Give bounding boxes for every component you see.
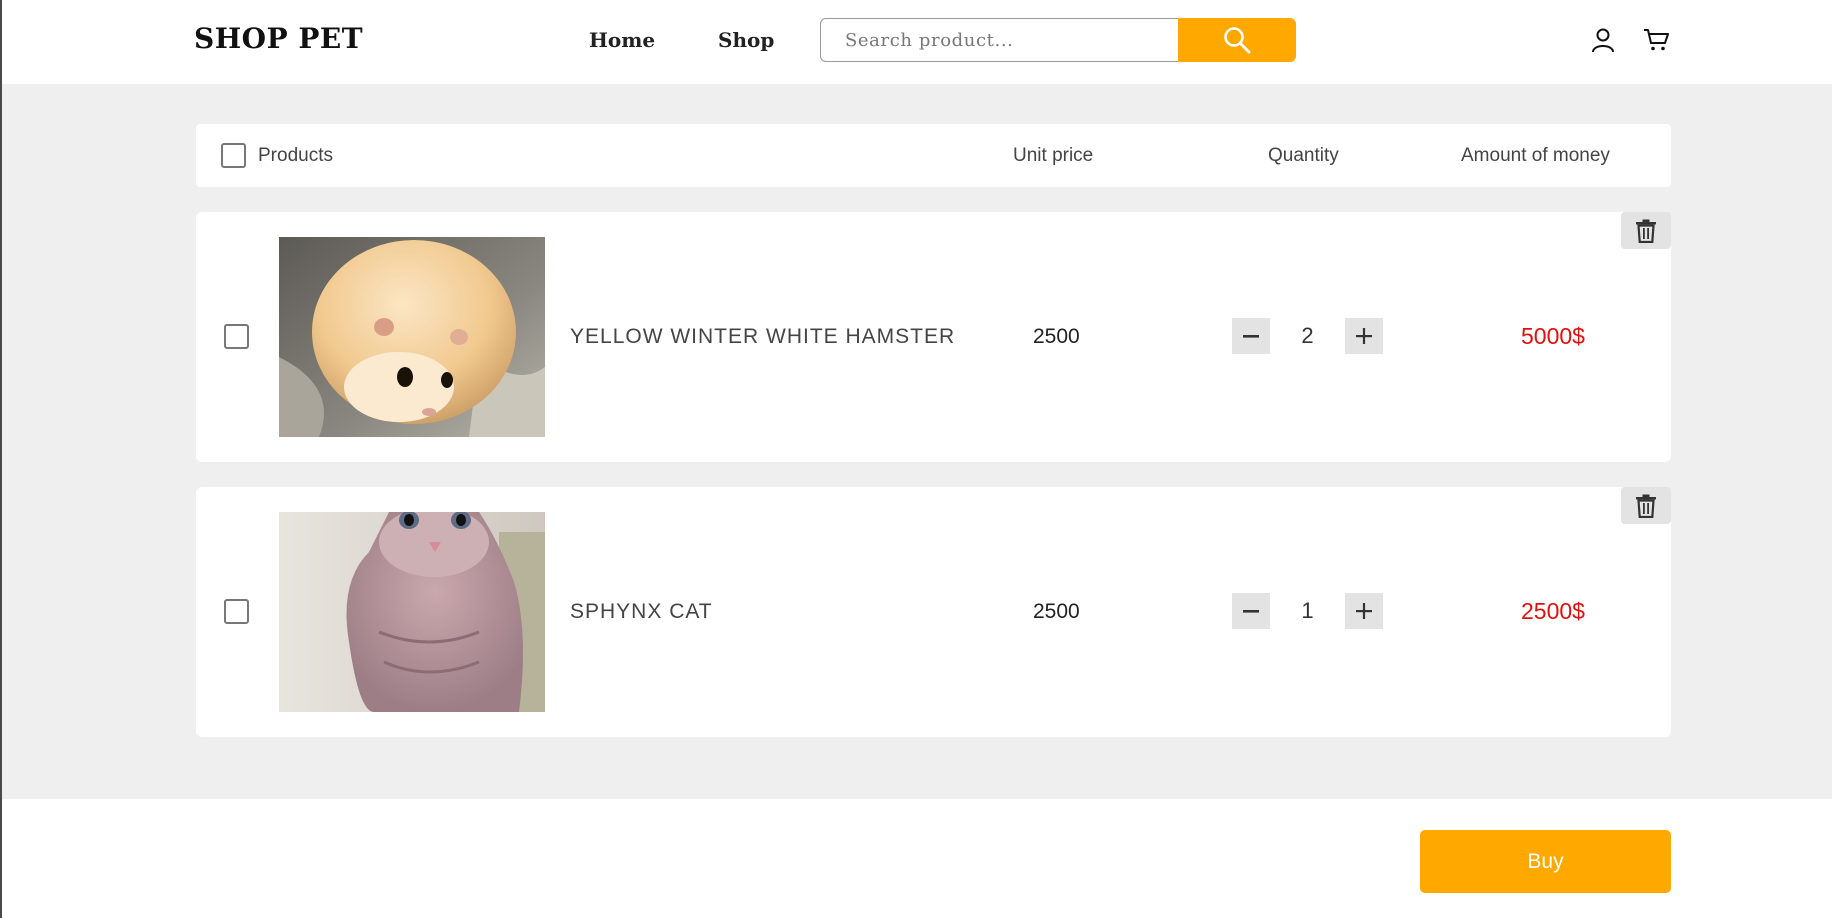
increase-quantity-button[interactable] bbox=[1345, 318, 1383, 354]
item-name[interactable]: YELLOW WINTER WHITE HAMSTER bbox=[570, 325, 955, 349]
checkout-footer: Buy bbox=[2, 799, 1832, 918]
trash-icon bbox=[1636, 494, 1656, 518]
sphynx-cat-photo bbox=[279, 512, 545, 712]
header-unit-price: Unit price bbox=[1013, 145, 1094, 166]
decrease-quantity-button[interactable] bbox=[1232, 318, 1270, 354]
quantity-value: 2 bbox=[1301, 323, 1314, 348]
trash-icon bbox=[1636, 219, 1656, 243]
search-icon bbox=[1224, 27, 1251, 54]
user-icon[interactable] bbox=[1589, 26, 1617, 54]
plus-icon bbox=[1356, 603, 1372, 619]
cart-table-header: Products Unit price Quantity Amount of m… bbox=[196, 124, 1671, 187]
increase-quantity-button[interactable] bbox=[1345, 593, 1383, 629]
item-amount: 5000$ bbox=[1521, 323, 1585, 349]
item-checkbox[interactable] bbox=[224, 324, 249, 349]
item-unit-price: 2500 bbox=[1033, 325, 1080, 348]
nav-home-link[interactable]: Home bbox=[589, 28, 655, 52]
cart-item: YELLOW WINTER WHITE HAMSTER 2500 2 5000$ bbox=[196, 212, 1671, 462]
item-name[interactable]: SPHYNX CAT bbox=[570, 600, 713, 624]
cart-icon[interactable] bbox=[1642, 26, 1670, 54]
header-amount: Amount of money bbox=[1461, 145, 1610, 166]
hamster-photo bbox=[279, 237, 545, 437]
nav-shop-link[interactable]: Shop bbox=[718, 28, 774, 52]
item-amount: 2500$ bbox=[1521, 598, 1585, 624]
decrease-quantity-button[interactable] bbox=[1232, 593, 1270, 629]
search-button[interactable] bbox=[1178, 18, 1296, 62]
minus-icon bbox=[1243, 335, 1259, 338]
plus-icon bbox=[1356, 328, 1372, 344]
quantity-value: 1 bbox=[1301, 598, 1314, 623]
search-input[interactable] bbox=[820, 18, 1178, 62]
select-all-checkbox[interactable] bbox=[221, 143, 246, 168]
header: SHOP PET Home Shop bbox=[2, 0, 1832, 84]
search-bar bbox=[820, 18, 1296, 62]
delete-item-button[interactable] bbox=[1621, 212, 1671, 249]
delete-item-button[interactable] bbox=[1621, 487, 1671, 524]
item-checkbox[interactable] bbox=[224, 599, 249, 624]
logo[interactable]: SHOP PET bbox=[194, 22, 363, 55]
cart-item: SPHYNX CAT 2500 1 2500$ bbox=[196, 487, 1671, 737]
header-products: Products bbox=[258, 145, 333, 166]
buy-button[interactable]: Buy bbox=[1420, 830, 1671, 893]
minus-icon bbox=[1243, 610, 1259, 613]
item-unit-price: 2500 bbox=[1033, 600, 1080, 623]
header-quantity: Quantity bbox=[1268, 145, 1339, 166]
